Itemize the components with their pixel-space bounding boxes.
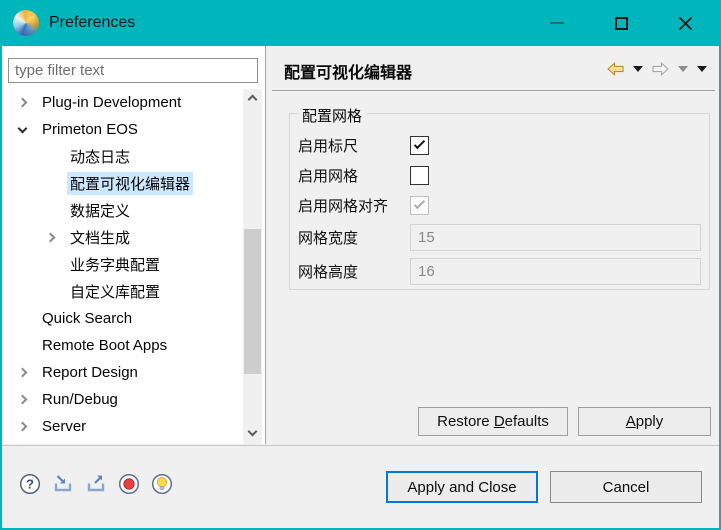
chevron-up-icon <box>248 95 258 105</box>
window-controls <box>525 0 717 46</box>
filter-input[interactable] <box>8 58 258 83</box>
tree-item-primeton-eos[interactable]: Primeton EOS <box>2 116 265 143</box>
tree-item-run-debug[interactable]: Run/Debug <box>2 386 265 413</box>
tree-item-dynamic-log[interactable]: 动态日志 <box>2 143 265 170</box>
tree-item-remote-boot-apps[interactable]: Remote Boot Apps <box>2 332 265 359</box>
chevron-right-icon[interactable] <box>14 396 31 403</box>
tree-item-data-definition[interactable]: 数据定义 <box>2 197 265 224</box>
grid-settings-group: 配置网格 启用标尺 启用网格 启用网格对齐 网格宽度 <box>289 113 710 290</box>
window-title: Preferences <box>49 14 135 32</box>
chevron-right-icon[interactable] <box>14 369 31 376</box>
back-history-dropdown-icon[interactable] <box>633 66 643 72</box>
forward-icon <box>652 62 669 76</box>
chevron-right-icon[interactable] <box>14 99 31 106</box>
forward-history-dropdown-icon <box>678 66 688 72</box>
app-logo-icon <box>13 10 39 36</box>
tree-item-spring[interactable]: Spring <box>2 440 265 444</box>
minimize-button[interactable] <box>525 0 589 46</box>
grid-height-label: 网格高度 <box>298 261 410 282</box>
import-icon[interactable] <box>52 473 74 495</box>
enable-ruler-label: 启用标尺 <box>298 135 410 156</box>
preferences-tree-panel: Plug-in Development Primeton EOS 动态日志 配置… <box>2 46 265 444</box>
cancel-button[interactable]: Cancel <box>550 471 702 503</box>
grid-height-field <box>410 258 701 285</box>
chevron-down-icon[interactable] <box>14 128 31 132</box>
tree-item-quick-search[interactable]: Quick Search <box>2 305 265 332</box>
svg-text:?: ? <box>26 477 34 492</box>
check-icon <box>414 197 425 208</box>
title-bar: Preferences <box>0 0 721 46</box>
restore-defaults-button[interactable]: Restore Defaults <box>418 407 568 436</box>
export-icon[interactable] <box>85 473 107 495</box>
enable-snap-label: 启用网格对齐 <box>298 195 410 216</box>
divider <box>272 90 715 91</box>
maximize-icon <box>615 17 628 30</box>
view-menu-icon[interactable] <box>697 66 707 72</box>
chevron-right-icon[interactable] <box>42 234 59 241</box>
group-legend: 配置网格 <box>298 105 366 126</box>
close-button[interactable] <box>653 0 717 46</box>
help-icon[interactable]: ? <box>19 473 41 495</box>
tree-item-custom-lib-config[interactable]: 自定义库配置 <box>2 278 265 305</box>
chevron-right-icon[interactable] <box>14 423 31 430</box>
maximize-button[interactable] <box>589 0 653 46</box>
preferences-dialog: Preferences Plug-in Development Primeton… <box>0 0 721 530</box>
check-icon <box>414 137 425 148</box>
tree-item-plug-in-development[interactable]: Plug-in Development <box>2 89 265 116</box>
page-title: 配置可视化编辑器 <box>284 59 412 83</box>
bulb-icon[interactable] <box>151 473 173 495</box>
grid-width-field <box>410 224 701 251</box>
apply-and-close-button[interactable]: Apply and Close <box>386 471 538 503</box>
tree-item-server[interactable]: Server <box>2 413 265 440</box>
enable-grid-checkbox[interactable] <box>410 166 429 185</box>
apply-button[interactable]: Apply <box>578 407 711 436</box>
back-icon[interactable] <box>607 62 624 76</box>
chevron-down-icon <box>248 427 258 437</box>
enable-ruler-checkbox[interactable] <box>410 136 429 155</box>
preferences-tree: Plug-in Development Primeton EOS 动态日志 配置… <box>2 89 265 444</box>
settings-panel: 配置可视化编辑器 配置网格 启用标尺 启用网格 <box>266 46 719 444</box>
tree-item-visual-editor-config[interactable]: 配置可视化编辑器 <box>2 170 265 197</box>
close-icon <box>678 16 693 31</box>
enable-snap-checkbox <box>410 196 429 215</box>
tree-item-business-dict-config[interactable]: 业务字典配置 <box>2 251 265 278</box>
grid-width-label: 网格宽度 <box>298 227 410 248</box>
tree-item-report-design[interactable]: Report Design <box>2 359 265 386</box>
minimize-icon <box>550 22 564 24</box>
dialog-footer: ? Apply and Close Cancel <box>2 445 719 528</box>
scrollbar-thumb[interactable] <box>244 229 261 374</box>
scroll-up-button[interactable] <box>243 89 262 106</box>
tree-scrollbar[interactable] <box>243 89 262 444</box>
enable-grid-label: 启用网格 <box>298 165 410 186</box>
scroll-down-button[interactable] <box>243 427 262 444</box>
record-icon[interactable] <box>118 473 140 495</box>
page-navigation <box>607 62 707 76</box>
tree-item-doc-generation[interactable]: 文档生成 <box>2 224 265 251</box>
